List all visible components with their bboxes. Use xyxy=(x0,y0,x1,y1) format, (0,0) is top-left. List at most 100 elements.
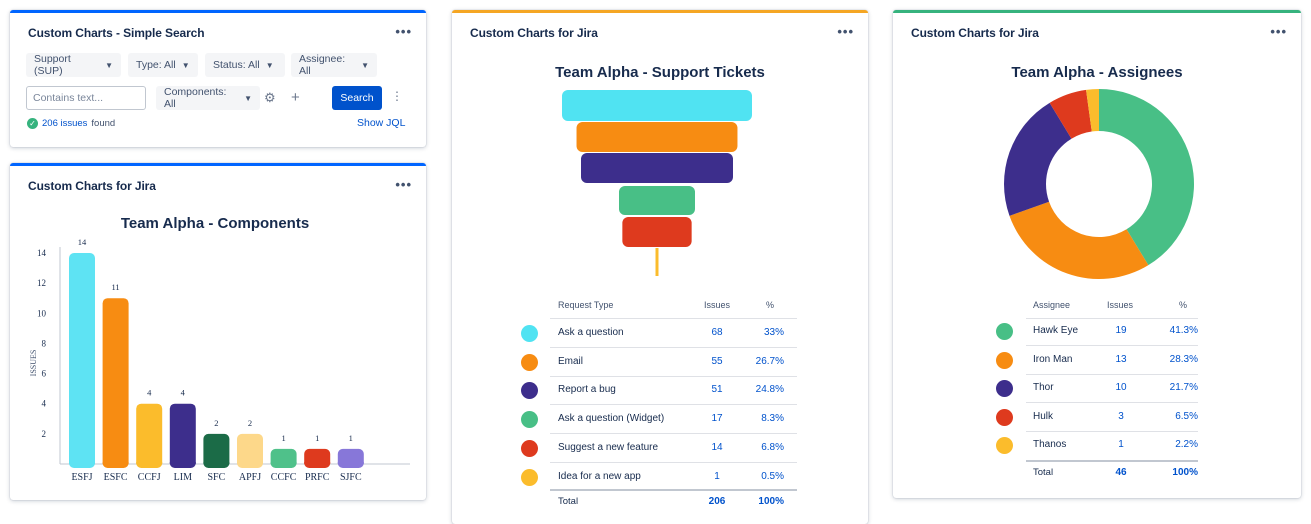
row-issues: 13 xyxy=(1115,353,1127,365)
bar-value-label: 4 xyxy=(147,388,152,398)
row-label: Idea for a new app xyxy=(558,470,641,482)
column-header: Assignee xyxy=(1033,300,1071,310)
column-header: Request Type xyxy=(558,300,614,310)
bar-base-prfc xyxy=(304,462,331,464)
row-percent: 24.8% xyxy=(755,384,784,396)
support-tickets-table: Request Type Issues% Ask a question 68 33% Em… xyxy=(452,10,868,524)
bar-prfc xyxy=(304,448,331,468)
table-divider xyxy=(550,375,797,377)
legend-dot xyxy=(521,325,538,342)
row-issues: 14 xyxy=(711,441,723,453)
column-header: % xyxy=(766,300,775,310)
show-jql-link[interactable]: Show JQL xyxy=(357,117,405,129)
table-divider xyxy=(550,489,797,491)
legend-dot xyxy=(521,353,538,371)
table-divider xyxy=(550,461,797,463)
row-issues: 10 xyxy=(1115,382,1127,394)
row-percent: 21.7% xyxy=(1169,382,1198,394)
bar-lim xyxy=(169,403,196,468)
total-issues: 206 xyxy=(708,496,726,507)
y-tick-label: 10 xyxy=(37,308,47,318)
chevron-down-icon: ▼ xyxy=(361,60,369,70)
table-divider xyxy=(1026,402,1198,404)
row-percent: 6.8% xyxy=(761,441,784,453)
search-button[interactable]: Search xyxy=(332,86,382,110)
bar-base-ccfc xyxy=(270,462,297,464)
components-filter-dropdown[interactable]: Components: All ▼ xyxy=(156,86,260,110)
legend-dot xyxy=(996,437,1013,455)
row-issues: 68 xyxy=(711,327,723,338)
components-chart-gadget: Custom Charts for Jira ••• Team Alpha - … xyxy=(10,163,426,500)
total-percent: 100% xyxy=(758,496,784,507)
row-label: Email xyxy=(558,355,584,367)
chevron-down-icon: ▼ xyxy=(244,93,252,103)
row-percent: 28.3% xyxy=(1169,353,1198,365)
row-label: Ask a question xyxy=(558,327,624,338)
bar-value-label: 1 xyxy=(349,433,353,443)
check-circle-icon: ✓ xyxy=(27,118,38,129)
settings-gear-icon[interactable]: ⚙ xyxy=(264,91,276,104)
status-filter-dropdown[interactable]: Status: All ▼ xyxy=(205,53,285,77)
x-tick-label: PRFC xyxy=(305,472,330,483)
components-filter-label: Components: All xyxy=(164,86,227,110)
legend-dot xyxy=(996,351,1013,369)
vertical-more-icon[interactable]: ⋮ xyxy=(391,90,403,102)
bar-value-label: 1 xyxy=(281,433,285,443)
bar-value-label: 2 xyxy=(248,418,252,428)
gadget-accent-bar xyxy=(10,10,426,13)
add-icon[interactable]: + xyxy=(291,90,300,105)
bar-base-esfc xyxy=(102,462,129,464)
row-label: Iron Man xyxy=(1033,353,1073,365)
bar-sjfc xyxy=(337,448,364,468)
type-filter-dropdown[interactable]: Type: All ▼ xyxy=(128,53,198,77)
bar-ccfj xyxy=(136,403,163,468)
project-filter-dropdown[interactable]: Support (SUP) ▼ xyxy=(26,53,121,77)
status-filter-label: Status: All xyxy=(213,59,260,71)
assignee-filter-dropdown[interactable]: Assignee: All ▼ xyxy=(291,53,377,77)
row-issues: 3 xyxy=(1118,410,1124,422)
y-axis-label: ISSUES xyxy=(29,350,38,377)
bar-base-sjfc xyxy=(337,462,364,464)
table-divider xyxy=(1026,345,1198,346)
bar-base-apfj xyxy=(237,462,263,464)
total-issues: 46 xyxy=(1115,467,1127,478)
legend-dot xyxy=(996,380,1013,398)
row-label: Ask a question (Widget) xyxy=(558,413,665,425)
chevron-down-icon: ▼ xyxy=(105,60,113,70)
total-label: Total xyxy=(1033,467,1054,478)
total-percent: 100% xyxy=(1172,467,1198,478)
row-label: Hawk Eye xyxy=(1033,325,1079,336)
bar-chart: 2468101214ISSUES14ESFJ11ESFC4CCFJ4LIM2SF… xyxy=(29,237,410,483)
contains-text-input[interactable]: Contains text... xyxy=(26,86,146,110)
x-tick-label: SFC xyxy=(208,472,226,483)
found-label: found xyxy=(91,118,116,129)
project-filter-label: Support (SUP) xyxy=(34,53,71,77)
row-percent: 26.7% xyxy=(755,355,784,367)
row-issues: 1 xyxy=(714,470,720,482)
row-label: Hulk xyxy=(1033,410,1054,422)
table-divider xyxy=(1026,460,1198,462)
row-percent: 33% xyxy=(763,327,784,338)
x-tick-label: ESFJ xyxy=(71,472,92,483)
issues-count-link[interactable]: 206 issues xyxy=(42,118,87,129)
bar-value-label: 4 xyxy=(181,388,186,398)
x-tick-label: LIM xyxy=(174,472,192,483)
x-tick-label: CCFJ xyxy=(138,472,161,483)
table-divider xyxy=(550,433,797,435)
more-menu-icon[interactable]: ••• xyxy=(395,24,412,39)
chevron-down-icon: ▼ xyxy=(265,60,274,70)
x-tick-label: CCFC xyxy=(271,472,297,483)
bar-value-label: 2 xyxy=(214,418,218,428)
row-label: Report a bug xyxy=(558,384,616,396)
support-tickets-gadget: Custom Charts for Jira ••• Team Alpha - … xyxy=(452,10,868,524)
legend-dot xyxy=(521,382,538,400)
y-tick-label: 12 xyxy=(37,278,46,288)
legend-dot xyxy=(521,411,538,429)
total-label: Total xyxy=(558,496,579,507)
row-percent: 0.5% xyxy=(761,470,784,482)
row-issues: 55 xyxy=(711,355,723,367)
bar-value-label: 14 xyxy=(78,237,87,247)
column-header: % xyxy=(1179,300,1188,310)
x-tick-label: APFJ xyxy=(239,472,261,483)
chevron-down-icon: ▼ xyxy=(181,60,190,70)
